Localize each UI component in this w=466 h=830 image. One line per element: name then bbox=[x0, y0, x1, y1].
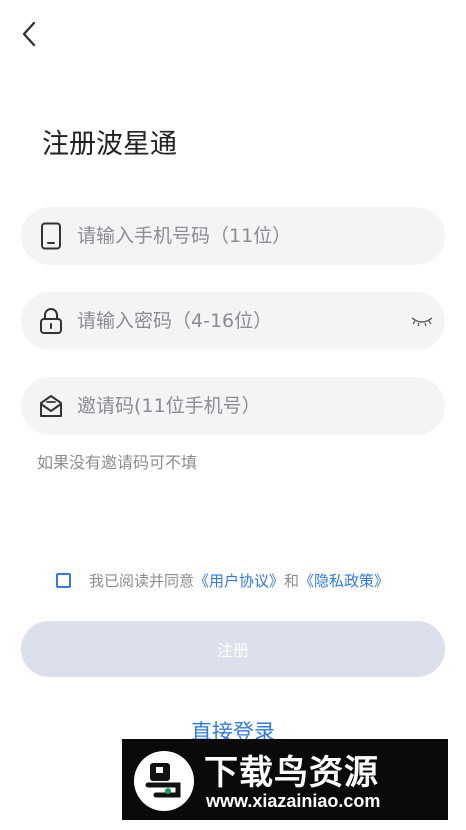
register-button[interactable]: 注册 bbox=[21, 621, 445, 677]
eye-closed-icon[interactable] bbox=[409, 309, 435, 333]
agreement-checkbox[interactable] bbox=[56, 572, 71, 588]
phone-field[interactable] bbox=[21, 207, 445, 265]
back-button[interactable] bbox=[14, 20, 46, 52]
password-input[interactable] bbox=[77, 310, 377, 332]
password-field[interactable] bbox=[21, 292, 445, 350]
lock-icon bbox=[37, 307, 65, 335]
phone-icon bbox=[37, 222, 65, 250]
phone-input[interactable] bbox=[77, 225, 377, 247]
watermark-title: 下载鸟资源 bbox=[204, 753, 379, 793]
watermark-url: www.xiazainiao.com bbox=[206, 791, 381, 811]
page-title: 注册波星通 bbox=[42, 129, 177, 160]
invite-hint: 如果没有邀请码可不填 bbox=[37, 453, 198, 472]
invite-code-field[interactable] bbox=[21, 377, 445, 435]
envelope-icon bbox=[37, 392, 65, 420]
watermark-banner: 下载鸟资源 www.xiazainiao.com bbox=[122, 739, 448, 820]
bird-logo-icon bbox=[134, 751, 194, 811]
chevron-left-icon bbox=[20, 20, 40, 52]
agreement-prefix: 我已阅读并同意 bbox=[89, 571, 195, 590]
agreement-and: 和 bbox=[284, 571, 300, 590]
privacy-policy-link[interactable]: 《隐私政策》 bbox=[299, 570, 389, 591]
invite-code-input[interactable] bbox=[77, 395, 377, 417]
user-agreement-link[interactable]: 《用户协议》 bbox=[194, 570, 284, 591]
agreement-row: 我已阅读并同意 《用户协议》 和 《隐私政策》 bbox=[56, 570, 389, 590]
